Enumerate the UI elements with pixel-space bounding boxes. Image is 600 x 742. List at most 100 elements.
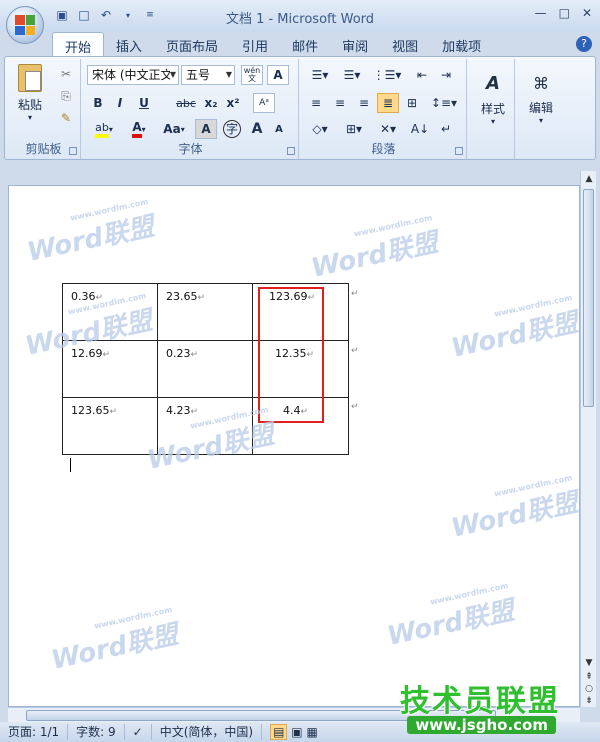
bullets-icon[interactable]: ☰▾ — [305, 65, 335, 85]
change-case-button[interactable]: Aa ▾ — [159, 119, 189, 139]
phonetic-guide-button[interactable]: wén 文 — [241, 65, 263, 85]
document-page[interactable]: 0.36↵ 23.65↵ 123.69↵ 12.69↵ 0.23↵ 12.35↵… — [8, 185, 580, 707]
print-layout-view-icon[interactable]: ▤ — [270, 724, 288, 740]
justify-icon[interactable]: ≣ — [377, 93, 399, 113]
word-count[interactable]: 字数: 9 — [68, 724, 125, 740]
highlighter-icon: ab — [95, 121, 109, 138]
highlight-color-button[interactable]: ab ▾ — [89, 119, 119, 139]
scrollbar-thumb[interactable] — [583, 189, 594, 407]
styles-button[interactable]: A 样式 ▾ — [475, 63, 511, 135]
table-cell[interactable]: 0.36↵ — [62, 283, 158, 341]
brand-url: www.jsgho.com — [407, 716, 556, 734]
decrease-indent-icon[interactable]: ⇤ — [411, 65, 433, 85]
paragraph-group-label: 段落 — [371, 142, 396, 156]
strikethrough-button[interactable]: abc — [173, 93, 199, 113]
character-border-button[interactable]: A — [267, 65, 289, 85]
multilevel-list-icon[interactable]: ⋮☰▾ — [369, 65, 405, 85]
next-page-icon[interactable]: ⇟ — [583, 695, 595, 707]
select-browse-object-icon[interactable]: ○ — [583, 683, 595, 695]
previous-page-icon[interactable]: ⇞ — [583, 671, 595, 683]
minimize-button[interactable]: — — [535, 6, 547, 20]
enclose-characters-label: 字 — [223, 120, 241, 138]
character-shading-button[interactable]: A — [195, 119, 217, 139]
line-spacing-icon[interactable]: ↕≡▾ — [429, 93, 459, 113]
shading-icon[interactable]: ◇▾ — [305, 119, 335, 139]
bold-button[interactable]: B — [89, 93, 107, 113]
vertical-scrollbar[interactable]: ▲ ▼ ⇞ ○ ⇟ — [580, 171, 596, 707]
italic-button[interactable]: I — [111, 93, 129, 113]
show-marks-icon[interactable]: ↵ — [435, 119, 457, 139]
editing-button[interactable]: ⌘ 编辑 ▾ — [523, 63, 559, 135]
increase-indent-icon[interactable]: ⇥ — [435, 65, 457, 85]
title-bar: ▣ □ ↶ ▾ ≡ 文档 1 - Microsoft Word — □ ✕ — [0, 0, 600, 44]
font-launcher-icon[interactable] — [287, 147, 295, 155]
tab-add-ins[interactable]: 加载项 — [430, 32, 493, 56]
subscript-button[interactable]: x₂ — [201, 93, 221, 113]
paste-label: 粘贴 — [17, 98, 42, 112]
text-cursor — [70, 458, 71, 472]
paste-icon — [18, 64, 42, 92]
cut-icon[interactable]: ✂ — [57, 65, 75, 83]
view-buttons: ▤ ▣ ▦ — [262, 724, 326, 740]
copy-icon[interactable]: ⎘ — [57, 87, 75, 105]
styles-group: A 样式 ▾ — [471, 59, 515, 159]
maximize-button[interactable]: □ — [559, 6, 570, 20]
web-layout-view-icon[interactable]: ▦ — [306, 725, 317, 739]
distributed-icon[interactable]: ⊞ — [401, 93, 423, 113]
font-name-select[interactable]: 宋体 (中文正文) ▼ — [87, 65, 179, 85]
table-cell[interactable]: 0.23↵ — [157, 340, 253, 398]
paste-dropdown-icon: ▾ — [27, 113, 32, 122]
align-center-icon[interactable]: ≡ — [329, 93, 351, 113]
close-button[interactable]: ✕ — [582, 6, 592, 20]
paste-button[interactable]: 粘贴 ▾ — [11, 63, 49, 123]
clipboard-launcher-icon[interactable] — [69, 147, 77, 155]
scroll-up-icon[interactable]: ▲ — [583, 173, 595, 185]
table-cell[interactable]: 12.69↵ — [62, 340, 158, 398]
binoculars-icon: ⌘ — [533, 73, 549, 93]
font-color-button[interactable]: A ▾ — [125, 119, 153, 139]
tab-view[interactable]: 视图 — [380, 32, 430, 56]
tab-review[interactable]: 审阅 — [330, 32, 380, 56]
shrink-font-button[interactable]: A — [269, 119, 289, 139]
office-button[interactable] — [6, 6, 44, 44]
full-screen-view-icon[interactable]: ▣ — [291, 725, 302, 739]
align-right-icon[interactable]: ≡ — [353, 93, 375, 113]
chevron-down-icon: ▼ — [225, 70, 232, 79]
ruler-strip — [0, 161, 600, 185]
editing-label: 编辑 — [528, 100, 553, 115]
language-status[interactable]: 中文(简体，中国) — [152, 724, 263, 740]
table-cell[interactable]: 123.65↵ — [62, 397, 158, 455]
grow-font-button[interactable]: A — [247, 119, 267, 139]
tab-home[interactable]: 开始 — [52, 32, 105, 56]
tab-page-layout[interactable]: 页面布局 — [154, 32, 230, 56]
brand-logo: 技术员联盟 — [400, 684, 560, 719]
window-title: 文档 1 - Microsoft Word — [225, 12, 375, 27]
superscript-button[interactable]: x² — [223, 93, 243, 113]
tab-references[interactable]: 引用 — [230, 32, 280, 56]
paragraph-launcher-icon[interactable] — [455, 147, 463, 155]
clear-formatting-icon[interactable]: Aᵃ — [253, 93, 275, 113]
watermark: www.wordlm.com Word联盟 — [384, 581, 517, 652]
watermark: www.wordlm.com Word联盟 — [308, 213, 441, 284]
styles-label: 样式 — [480, 101, 505, 116]
sort-icon[interactable]: A↓ — [409, 119, 431, 139]
font-size-select[interactable]: 五号 ▼ — [181, 65, 235, 85]
table-cell[interactable]: 4.23↵ — [157, 397, 253, 455]
page-count[interactable]: 页面: 1/1 — [0, 724, 69, 740]
row-end-mark: ↵ — [351, 402, 359, 412]
proofing-icon[interactable]: ✓ — [125, 724, 152, 740]
format-painter-icon[interactable]: ✎ — [57, 109, 75, 127]
underline-button[interactable]: U — [133, 93, 155, 113]
help-icon[interactable]: ? — [576, 36, 592, 52]
numbering-icon[interactable]: ☰▾ — [337, 65, 367, 85]
chevron-down-icon: ▼ — [169, 70, 176, 79]
borders-icon[interactable]: ⊞▾ — [339, 119, 369, 139]
table-cell[interactable]: 23.65↵ — [157, 283, 253, 341]
tab-mailings[interactable]: 邮件 — [280, 32, 330, 56]
font-size-value: 五号 — [186, 68, 211, 82]
enclose-characters-button[interactable]: 字 — [221, 119, 243, 139]
tab-insert[interactable]: 插入 — [104, 32, 154, 56]
chinese-layout-icon[interactable]: ✕▾ — [373, 119, 403, 139]
align-left-icon[interactable]: ≡ — [305, 93, 327, 113]
scroll-down-icon[interactable]: ▼ — [583, 657, 595, 669]
